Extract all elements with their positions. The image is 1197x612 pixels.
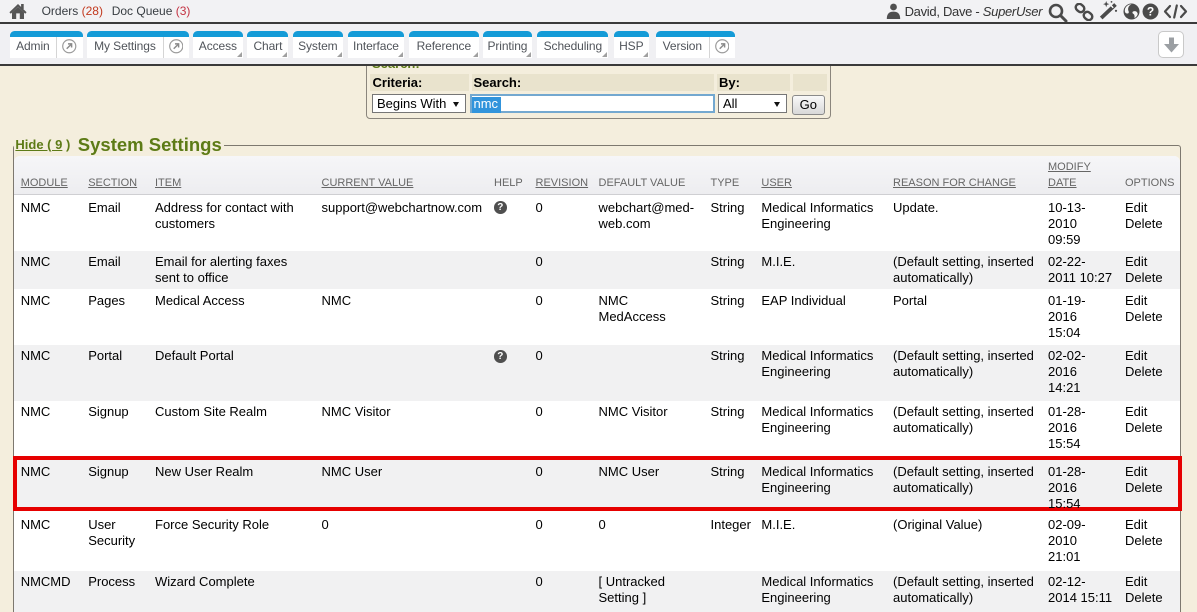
svg-text:?: ? — [1147, 5, 1154, 19]
